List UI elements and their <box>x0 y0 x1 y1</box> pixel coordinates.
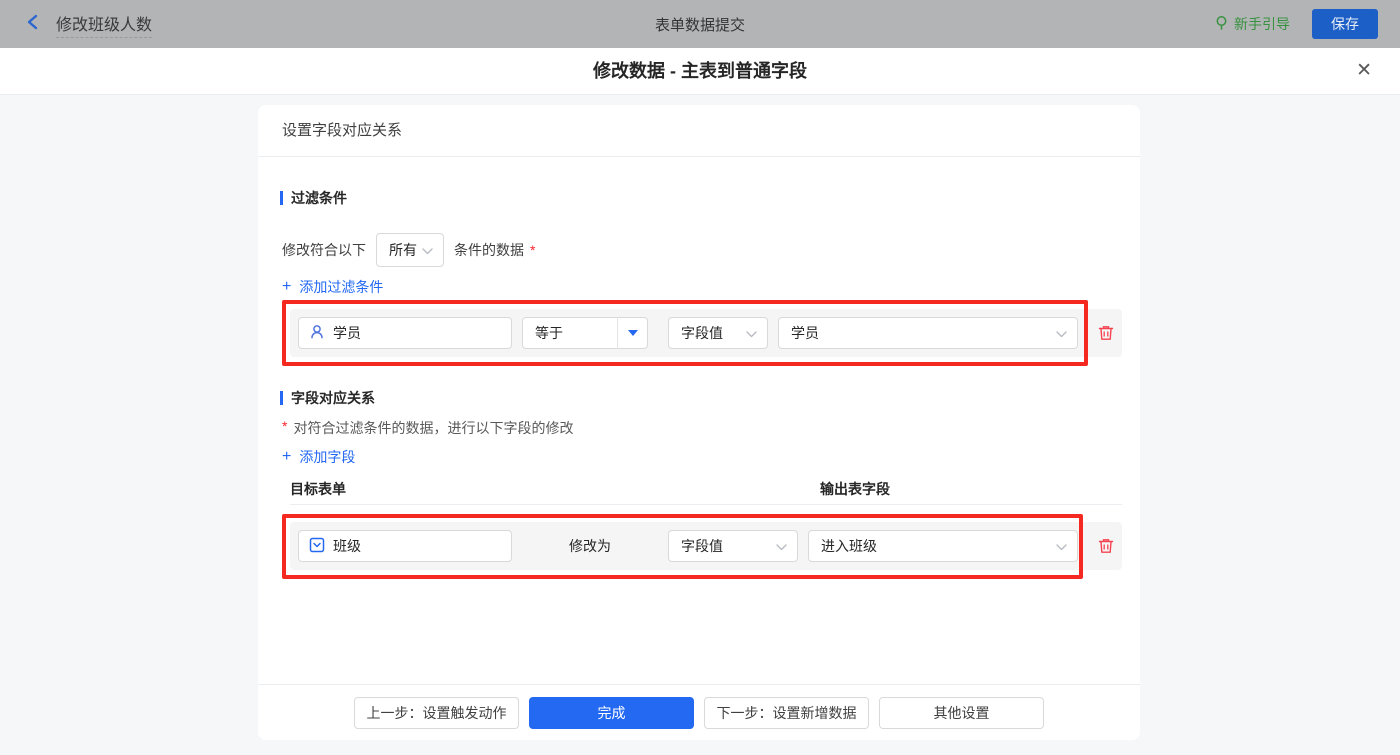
lightbulb-icon <box>1214 15 1229 34</box>
chevron-down-icon <box>422 242 433 258</box>
settings-card: 设置字段对应关系 过滤条件 修改符合以下 所有 条件的数据 * + 添加过滤条件 <box>258 105 1140 740</box>
save-button[interactable]: 保存 <box>1312 9 1378 39</box>
close-icon[interactable]: ✕ <box>1356 60 1372 82</box>
screen: 修改班级人数 表单数据提交 新手引导 保存 修改数据 - 主表到普通字段 ✕ 设… <box>0 0 1400 755</box>
caret-down-icon <box>617 317 647 349</box>
trash-icon <box>1097 326 1115 346</box>
mapping-section-title: 字段对应关系 <box>280 388 375 408</box>
card-header: 设置字段对应关系 <box>258 105 1140 157</box>
modify-to-label: 修改为 <box>569 538 611 554</box>
guide-link[interactable]: 新手引导 <box>1214 14 1290 34</box>
chevron-down-icon <box>776 538 787 554</box>
mapping-column-headers: 目标表单 输出表字段 <box>290 479 1122 505</box>
plus-icon: + <box>282 278 292 295</box>
required-mark: * <box>282 418 288 434</box>
add-filter-link[interactable]: + 添加过滤条件 <box>282 277 383 297</box>
value-select[interactable]: 学员 <box>778 317 1078 349</box>
other-settings-button[interactable]: 其他设置 <box>879 696 1044 729</box>
modal-header: 修改数据 - 主表到普通字段 ✕ <box>0 48 1400 95</box>
mapping-value-type-select[interactable]: 字段值 <box>668 530 798 562</box>
column-output-field: 输出表字段 <box>820 481 890 497</box>
mapping-description: * 对符合过滤条件的数据，进行以下字段的修改 <box>282 418 574 436</box>
target-field-input[interactable]: 班级 <box>298 530 512 562</box>
guide-label: 新手引导 <box>1234 16 1290 32</box>
match-mode-select[interactable]: 所有 <box>376 233 444 267</box>
filter-condition-row: 学员 等于 字段值 学员 <box>282 300 1122 366</box>
condition-line: 修改符合以下 所有 条件的数据 * <box>282 233 535 267</box>
card-header-title: 设置字段对应关系 <box>282 122 403 139</box>
card-footer: 上一步：设置触发动作 完成 下一步：设置新增数据 其他设置 <box>258 684 1140 740</box>
next-step-button[interactable]: 下一步：设置新增数据 <box>704 696 869 729</box>
section-bar <box>280 191 283 205</box>
person-icon <box>309 324 325 343</box>
chevron-down-icon <box>1056 538 1067 554</box>
chevron-down-icon <box>746 325 757 341</box>
select-field-icon <box>309 537 325 556</box>
delete-mapping-button[interactable] <box>1097 537 1115 560</box>
prev-step-button[interactable]: 上一步：设置触发动作 <box>354 696 519 729</box>
topbar: 修改班级人数 表单数据提交 新手引导 保存 <box>0 0 1400 48</box>
chevron-down-icon <box>1056 325 1067 341</box>
condition-prefix: 修改符合以下 <box>282 242 366 258</box>
mapping-value-select[interactable]: 进入班级 <box>808 530 1078 562</box>
filter-section-title: 过滤条件 <box>280 188 347 208</box>
add-field-link[interactable]: + 添加字段 <box>282 447 355 467</box>
column-target-form: 目标表单 <box>290 481 346 497</box>
trash-icon <box>1097 539 1115 559</box>
modal-title: 修改数据 - 主表到普通字段 <box>593 61 807 81</box>
topbar-center-title: 表单数据提交 <box>654 16 745 34</box>
section-bar <box>280 391 283 405</box>
value-type-select[interactable]: 字段值 <box>668 317 768 349</box>
filter-field-input[interactable]: 学员 <box>298 317 512 349</box>
required-mark: * <box>530 242 536 258</box>
done-button[interactable]: 完成 <box>529 696 694 729</box>
operator-select[interactable]: 等于 <box>522 317 648 349</box>
field-mapping-row: 班级 修改为 字段值 进入班级 <box>282 514 1122 579</box>
plus-icon: + <box>282 448 292 465</box>
delete-filter-button[interactable] <box>1097 324 1115 347</box>
condition-suffix: 条件的数据 <box>454 242 524 258</box>
